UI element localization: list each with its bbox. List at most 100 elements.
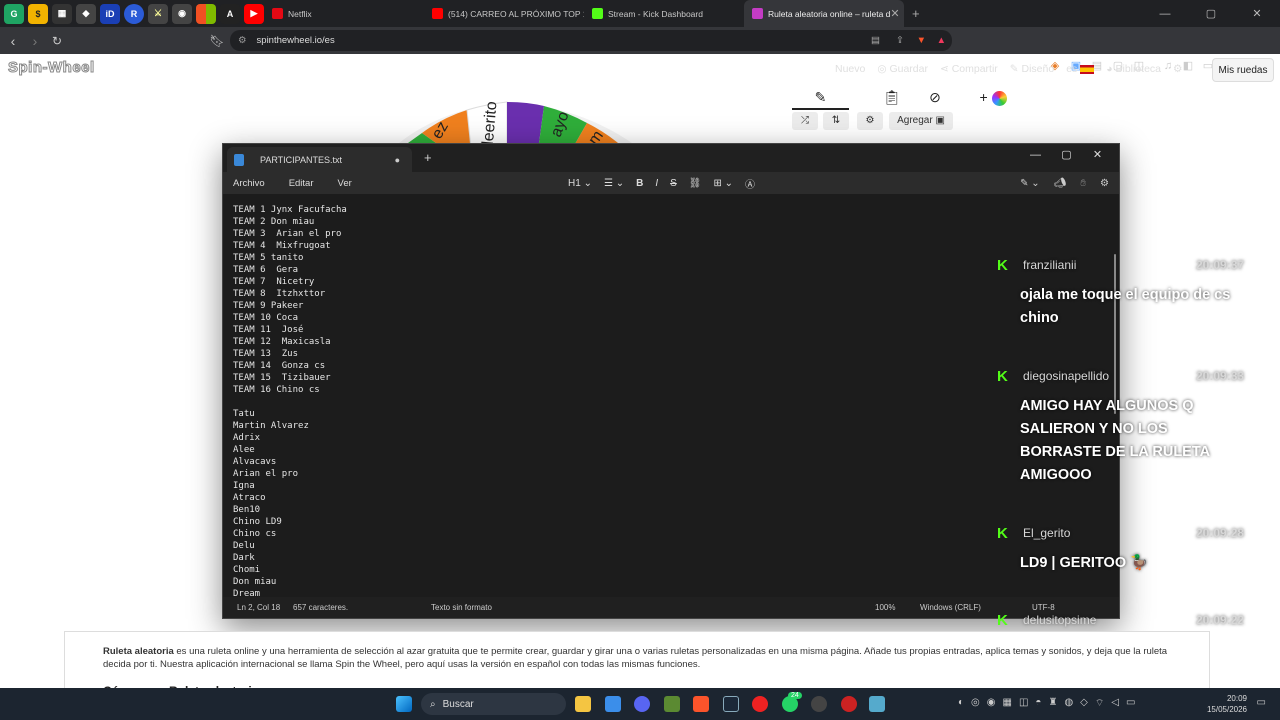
- menu-view[interactable]: Ver: [338, 178, 352, 189]
- minimize-icon[interactable]: —: [1020, 144, 1051, 166]
- notepad-editor[interactable]: TEAM 1 Jynx Facufacha TEAM 2 Don miau TEAM…: [223, 194, 1119, 599]
- hand-icon[interactable]: ✋︎: [1080, 178, 1086, 189]
- settings-icon[interactable]: ⚙: [1100, 178, 1109, 189]
- maximize-icon[interactable]: ▢: [1188, 7, 1234, 20]
- pinned-tab-icon[interactable]: ⚔: [148, 3, 168, 24]
- scrollbar[interactable]: [1114, 254, 1116, 414]
- app-icon[interactable]: [811, 696, 827, 712]
- clear-format-icon[interactable]: Ⓐ: [745, 176, 755, 191]
- reload-icon[interactable]: ↻: [46, 34, 68, 48]
- brave-shield-icon[interactable]: ▼: [917, 35, 926, 46]
- site-info-icon[interactable]: ⚙: [238, 35, 247, 46]
- zoom-level[interactable]: 100%: [875, 603, 895, 612]
- volume-icon[interactable]: ◁: [1111, 697, 1119, 710]
- strikethrough-icon[interactable]: S: [670, 178, 677, 189]
- notifications-icon[interactable]: ▭: [1257, 697, 1266, 708]
- tray-icon[interactable]: ◍: [1064, 697, 1073, 710]
- menu-save[interactable]: ◎ Guardar: [877, 63, 928, 75]
- announce-icon[interactable]: 📣︎: [1054, 178, 1067, 189]
- notepad-taskbar-icon[interactable]: [869, 696, 885, 712]
- pinned-tab-icon[interactable]: ▶: [244, 3, 264, 24]
- app-icon[interactable]: [841, 696, 857, 712]
- minecraft-icon[interactable]: [664, 696, 680, 712]
- pinned-tab-icon[interactable]: [196, 3, 216, 24]
- tray-icon[interactable]: ◎: [971, 697, 980, 710]
- maximize-icon[interactable]: ▢: [1051, 144, 1082, 166]
- share-icon[interactable]: ⇪: [896, 35, 904, 46]
- menu-share[interactable]: ⋖ Compartir: [940, 63, 998, 75]
- menu-new[interactable]: Nuevo: [835, 63, 865, 75]
- tray-icon[interactable]: ◓: [1035, 697, 1041, 710]
- settings-icon[interactable]: ⚙: [1173, 63, 1182, 75]
- battery-icon[interactable]: ▭: [1126, 697, 1135, 710]
- file-explorer-icon[interactable]: [575, 696, 591, 712]
- back-icon[interactable]: ‹: [2, 33, 24, 49]
- whatsapp-tray-icon[interactable]: ◉: [987, 697, 996, 710]
- browser-tab-active[interactable]: Ruleta aleatoria online – ruleta d ✕: [744, 0, 904, 27]
- pinned-tab-icon[interactable]: iD: [100, 3, 120, 24]
- settings-button[interactable]: ⚙: [857, 112, 883, 130]
- close-icon[interactable]: ✕: [1082, 144, 1113, 166]
- forward-icon[interactable]: ›: [24, 33, 46, 49]
- add-image-button[interactable]: Agregar ▣: [889, 112, 953, 130]
- tray-icon[interactable]: ♜: [1048, 697, 1057, 710]
- heading-select[interactable]: H1 ⌄: [568, 178, 592, 189]
- store-icon[interactable]: [605, 696, 621, 712]
- minimize-icon[interactable]: —: [1142, 8, 1188, 20]
- line-ending[interactable]: Windows (CRLF): [920, 603, 981, 612]
- taskbar-clock[interactable]: 20:09 15/05/2026: [1207, 693, 1247, 715]
- discord-icon[interactable]: [634, 696, 650, 712]
- pinned-tab-icon[interactable]: $: [28, 3, 48, 24]
- edit-tab[interactable]: ✎: [792, 86, 849, 110]
- menu-library[interactable]: ◕ Biblioteca: [1106, 63, 1161, 75]
- sort-button[interactable]: ⇅: [823, 112, 849, 130]
- hidden-tab[interactable]: ⊘: [910, 86, 960, 110]
- media-player-icon[interactable]: [752, 696, 768, 712]
- bold-icon[interactable]: B: [636, 178, 643, 189]
- menu-language[interactable]: es: [1066, 63, 1095, 75]
- italic-icon[interactable]: I: [655, 178, 658, 189]
- menu-file[interactable]: Archivo: [233, 178, 265, 189]
- close-tab-icon[interactable]: ✕: [890, 7, 899, 20]
- taskbar-search[interactable]: ⌕ Buscar: [421, 693, 566, 715]
- add-wheel-tab[interactable]: +: [968, 86, 1018, 110]
- pinned-tab-icon[interactable]: ◆: [76, 3, 96, 24]
- address-bar[interactable]: ⚙ spinthewheel.io/es ▤ ⇪ ▼ ▲: [230, 30, 952, 51]
- shuffle-button[interactable]: ⤮: [792, 112, 818, 130]
- link-icon[interactable]: ⛓: [689, 178, 702, 189]
- wifi-icon[interactable]: ⌔: [1095, 697, 1104, 710]
- close-icon[interactable]: ✕: [1234, 7, 1280, 20]
- pinned-tab-icon[interactable]: ◉: [172, 3, 192, 24]
- browser-tab[interactable]: Netflix: [264, 0, 424, 27]
- table-icon[interactable]: ⊞ ⌄: [713, 178, 733, 189]
- tray-icon[interactable]: ▦: [1003, 697, 1012, 710]
- site-logo[interactable]: Spin-Wheel: [8, 59, 95, 77]
- start-icon[interactable]: [396, 696, 412, 712]
- description-text: Ruleta aleatoria es una ruleta online y …: [103, 646, 1168, 670]
- menu-edit[interactable]: Editar: [289, 178, 314, 189]
- reader-icon[interactable]: ▤: [871, 35, 880, 46]
- tray-icon[interactable]: ◇: [1080, 697, 1088, 710]
- copilot-icon[interactable]: ✎ ⌄: [1020, 178, 1040, 189]
- text-line: Chomi: [233, 565, 261, 575]
- new-tab-button[interactable]: +: [904, 0, 928, 27]
- new-tab-button[interactable]: +: [424, 150, 432, 165]
- notepad-tab[interactable]: PARTICIPANTES.txt ●: [227, 147, 412, 172]
- pinned-tab-icon[interactable]: ▦: [52, 3, 72, 24]
- encoding[interactable]: UTF-8: [1032, 603, 1055, 612]
- browser-tab[interactable]: Stream - Kick Dashboard: [584, 0, 744, 27]
- unsaved-dot-icon[interactable]: ●: [395, 155, 400, 165]
- tray-icon[interactable]: ◐: [958, 697, 964, 710]
- pinned-tab-icon[interactable]: G: [4, 3, 24, 24]
- steam-icon[interactable]: [723, 696, 739, 712]
- my-wheels-button[interactable]: Mis ruedas: [1212, 58, 1274, 82]
- browser-tab[interactable]: (514) CARREO AL PRÓXIMO TOP 1 D: [424, 0, 584, 27]
- bookmark-icon[interactable]: 🔖︎: [206, 34, 228, 48]
- tray-icon[interactable]: ◫: [1019, 697, 1028, 710]
- list-icon[interactable]: ☰ ⌄: [604, 178, 624, 189]
- pinned-tab-icon[interactable]: R: [124, 3, 144, 24]
- brave-icon[interactable]: [693, 696, 709, 712]
- menu-design[interactable]: ✎ Diseño: [1010, 63, 1054, 75]
- brave-rewards-icon[interactable]: ▲: [937, 35, 946, 46]
- pinned-tab-icon[interactable]: A: [220, 3, 240, 24]
